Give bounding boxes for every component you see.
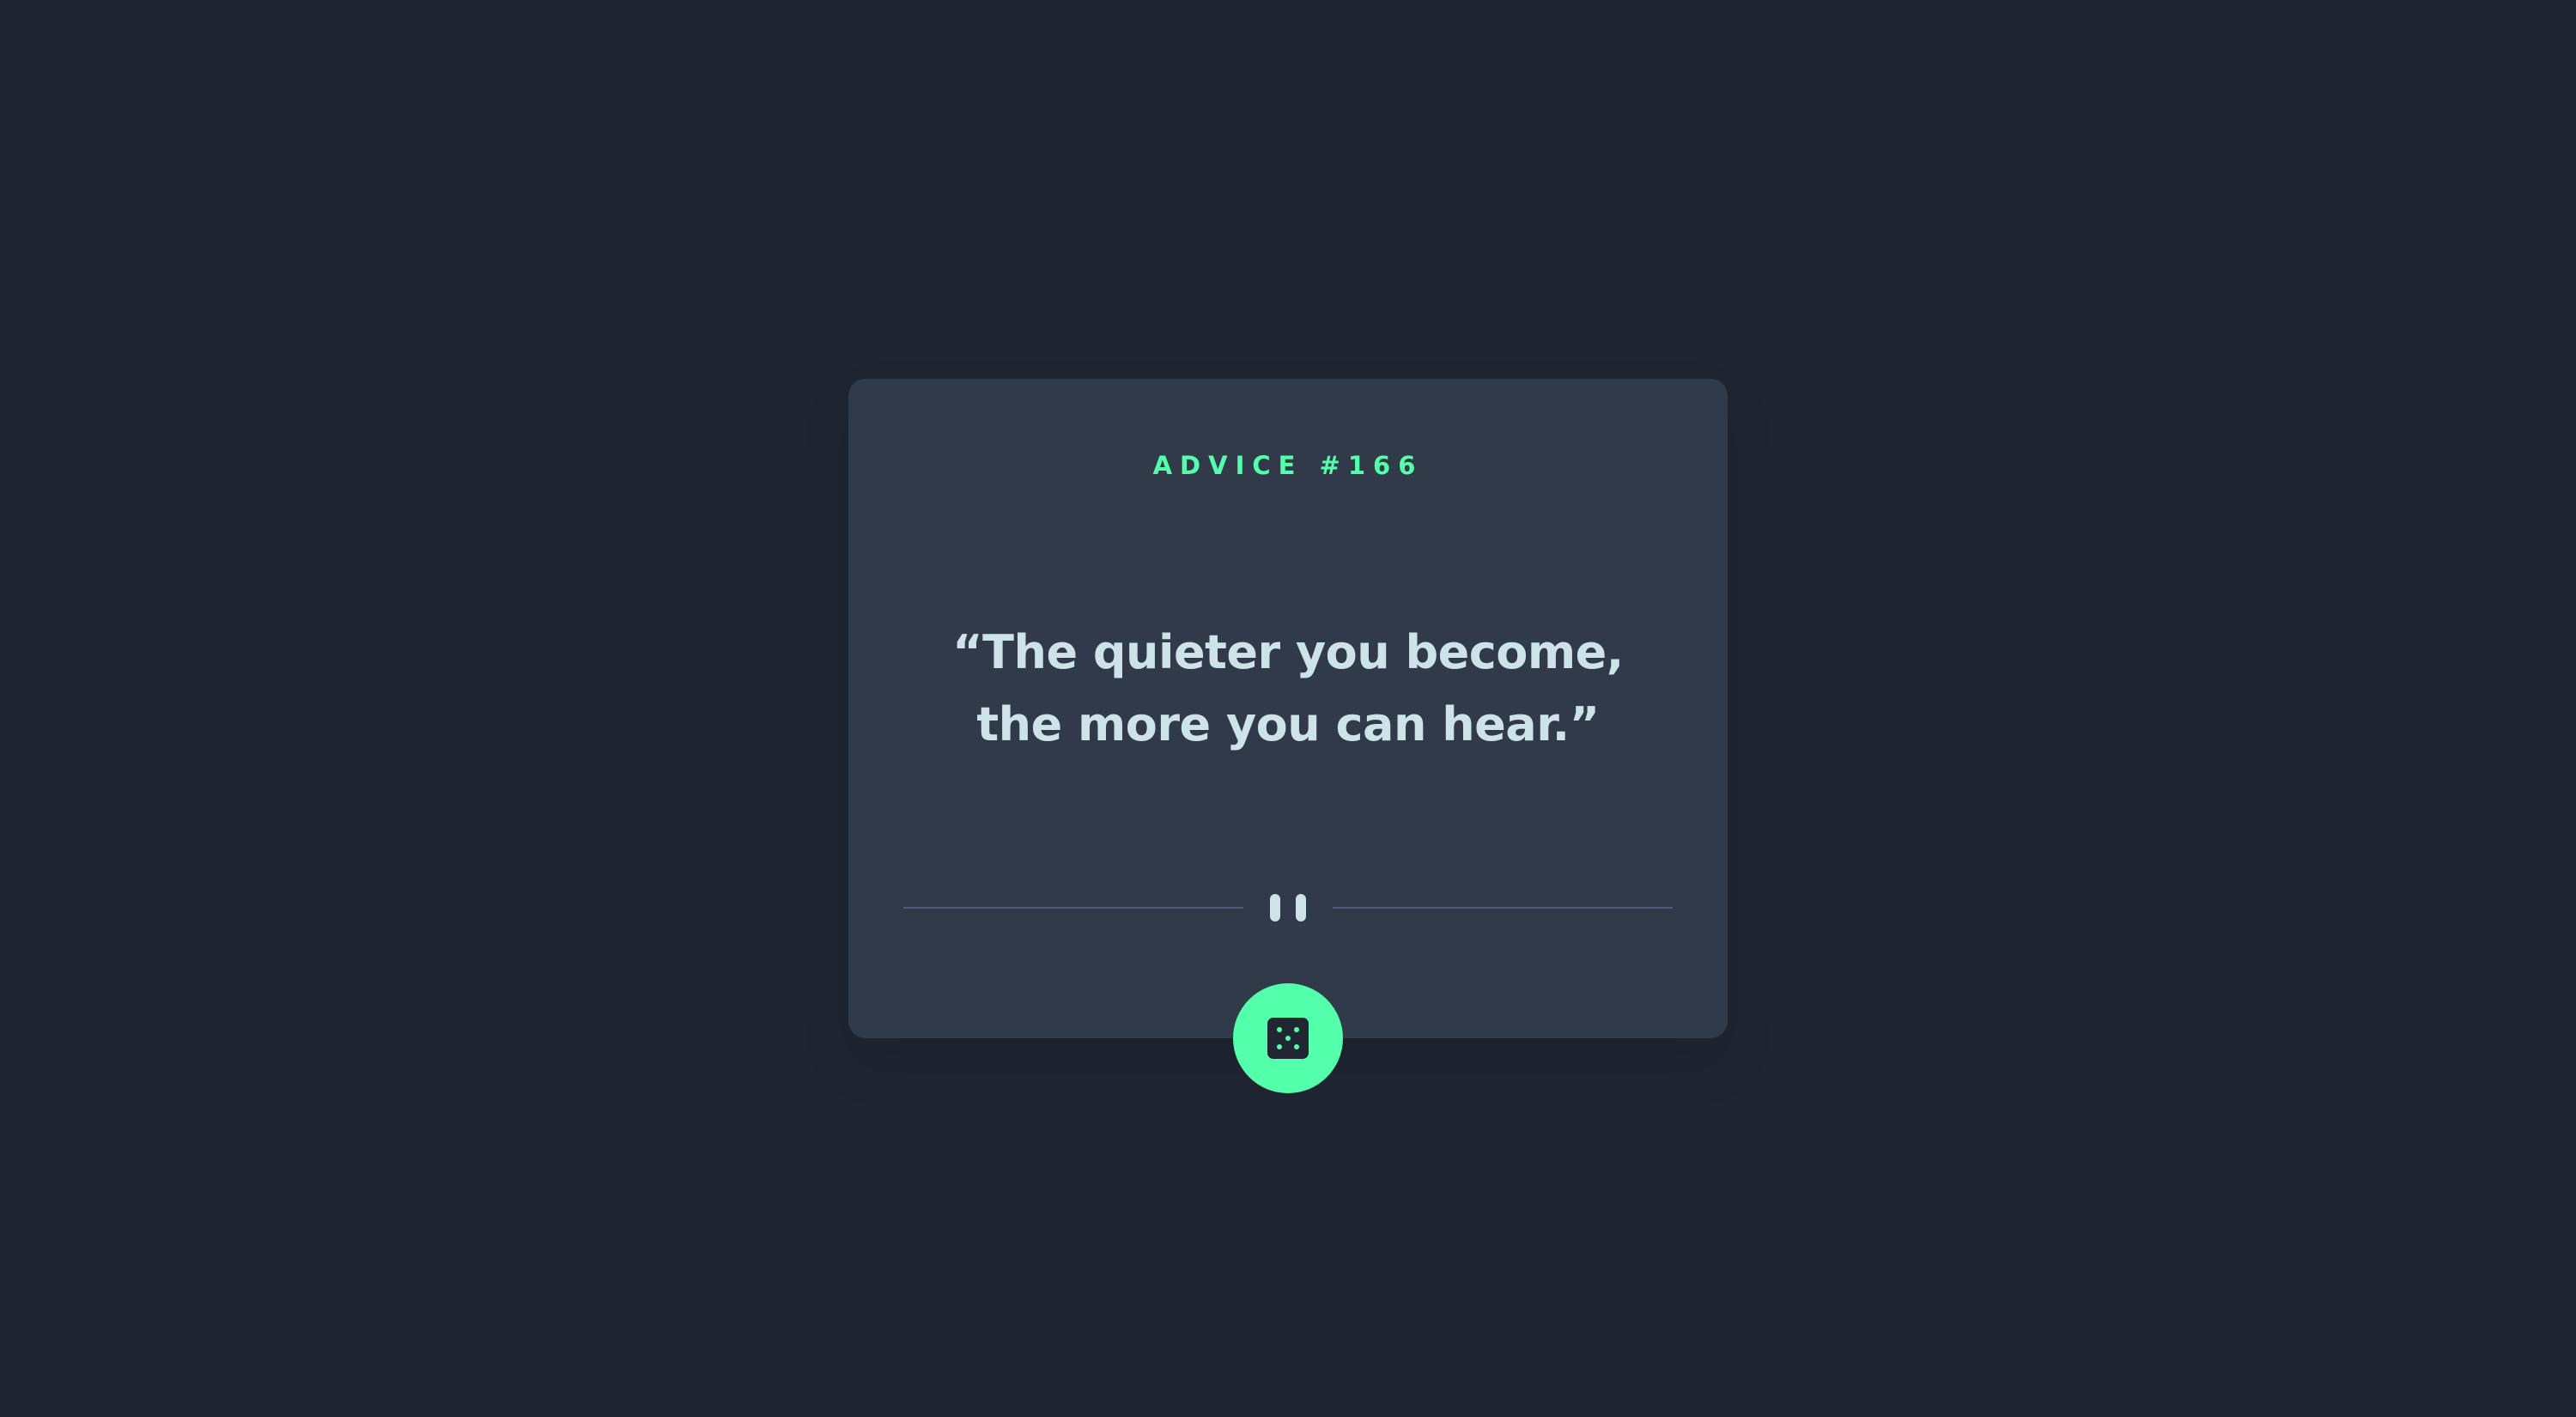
pause-bar-left (1270, 894, 1280, 921)
divider-line-right (1333, 907, 1673, 909)
generate-advice-button[interactable] (1233, 983, 1343, 1093)
advice-id-label: ADVICE #166 (1152, 451, 1424, 480)
advice-quote: “The quieter you become, the more you ca… (952, 625, 1624, 751)
divider-line-left (903, 907, 1243, 909)
dice-icon (1267, 1018, 1309, 1059)
pause-bar-right (1296, 894, 1306, 921)
